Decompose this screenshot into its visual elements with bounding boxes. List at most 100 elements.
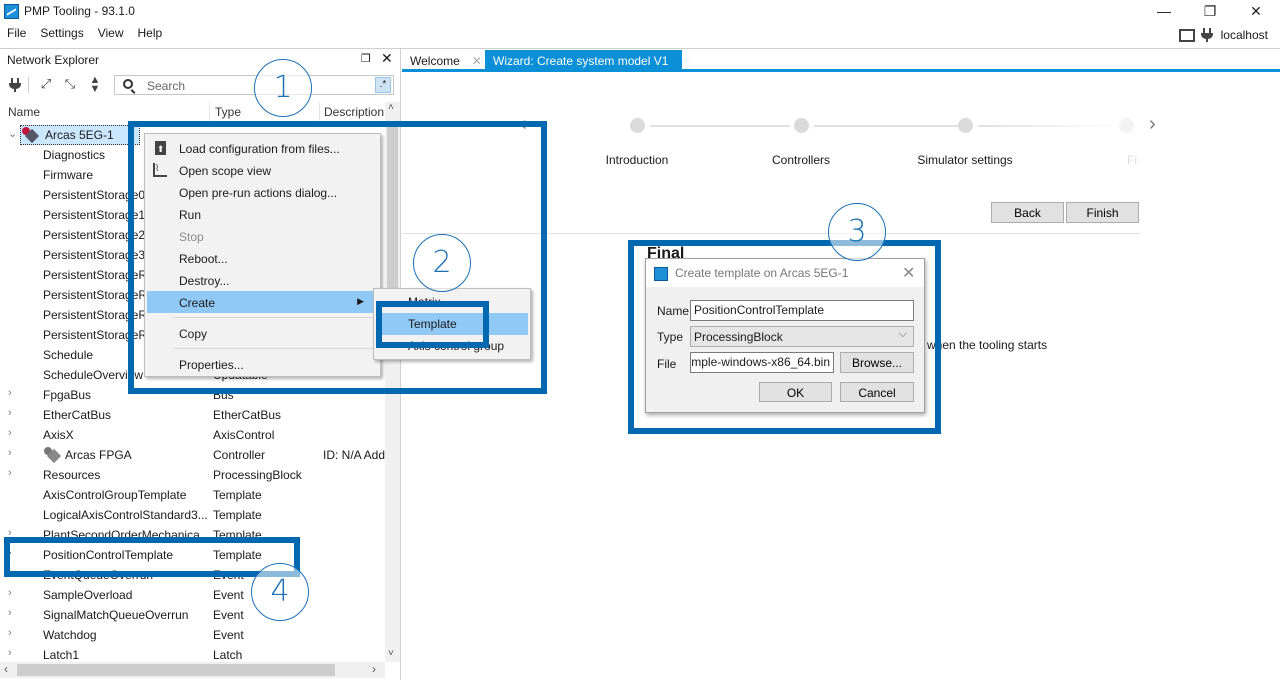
scroll-up-icon[interactable]: ˄ <box>388 102 394 113</box>
previous-step-icon[interactable]: ‹ <box>520 113 527 136</box>
controller-disconnected-icon <box>44 447 62 464</box>
close-tab-icon[interactable]: ✕ <box>472 54 482 68</box>
finish-button[interactable]: Finish <box>1066 202 1139 223</box>
context-menu-item-copy[interactable]: Copy <box>147 322 378 344</box>
close-panel-icon[interactable]: ✕ <box>381 50 393 67</box>
tree-row[interactable]: LogicalAxisControlStandard3... Template <box>0 505 385 525</box>
tree-row[interactable]: AxisControlGroupTemplate Template <box>0 485 385 505</box>
chevron-right-icon[interactable]: › <box>8 607 20 619</box>
type-select[interactable]: ProcessingBlock ⌵ <box>690 326 914 347</box>
column-name[interactable]: Name <box>8 105 40 119</box>
context-menu-item-create[interactable]: Create ▶ <box>147 291 378 313</box>
maximize-button[interactable]: ❐ <box>1187 0 1233 23</box>
context-menu-item-open-pre-run-actions-dialog[interactable]: Open pre-run actions dialog... <box>147 181 378 203</box>
tree-row[interactable]: › PlantSecondOrderMechanica Template <box>0 525 385 545</box>
tree-item-name: PersistentStorageR <box>43 288 148 302</box>
browse-button[interactable]: Browse... <box>840 352 914 373</box>
context-menu-item-run[interactable]: Run <box>147 203 378 225</box>
chevron-right-icon[interactable]: › <box>8 587 20 599</box>
scroll-down-icon[interactable]: ˅ <box>388 648 394 659</box>
tree-item-name: Watchdog <box>43 628 97 642</box>
context-menu-item-stop[interactable]: Stop <box>147 225 378 247</box>
collapse-all-icon[interactable]: ⤡ <box>60 76 80 94</box>
monitor-icon[interactable] <box>1178 28 1195 42</box>
plug-icon[interactable] <box>1200 28 1213 42</box>
expand-all-icon[interactable]: ⤢ <box>36 76 56 94</box>
submenu-item-axis-control-group[interactable]: Axis control group <box>376 335 528 357</box>
vertical-scrollbar[interactable]: ˄ ˅ <box>385 102 400 662</box>
tree-row[interactable]: › SampleOverload Event <box>0 585 385 605</box>
tree-item-name: Schedule <box>43 348 94 362</box>
tree-row[interactable]: › Latch1 Latch <box>0 645 385 662</box>
menu-file[interactable]: File <box>0 23 33 43</box>
tab-label: Wizard: Create system model V1 <box>493 54 669 68</box>
name-field[interactable]: PositionControlTemplate <box>690 300 914 321</box>
host-label: localhost <box>1220 28 1268 42</box>
close-window-button[interactable]: ✕ <box>1233 0 1279 23</box>
tree-item-type: Template <box>213 548 262 562</box>
chevron-down-icon[interactable]: ⌄ <box>8 127 20 140</box>
horizontal-scrollbar[interactable]: ‹ › <box>0 662 385 678</box>
ok-button[interactable]: OK <box>759 382 832 402</box>
tree-row[interactable]: › Resources ProcessingBlock <box>0 465 385 485</box>
file-label: File <box>657 357 677 371</box>
chevron-right-icon[interactable]: › <box>8 567 20 579</box>
tree-row[interactable]: › AxisX AxisControl <box>0 425 385 445</box>
menu-settings[interactable]: Settings <box>33 23 90 43</box>
context-menu-item-load-configuration-from-files[interactable]: ⬆ Load configuration from files... <box>147 137 378 159</box>
step-dot-introduction[interactable] <box>630 118 645 133</box>
menu-view[interactable]: View <box>91 23 131 43</box>
column-description[interactable]: Description <box>324 105 384 119</box>
tree-row[interactable]: › EventQueueOverrun Event <box>0 565 385 585</box>
chevron-right-icon[interactable]: › <box>8 467 20 479</box>
tree-row[interactable]: ⌄ Arcas 5EG-1 <box>8 125 140 145</box>
tab-welcome[interactable]: Welcome ✕ <box>402 50 484 72</box>
chevron-right-icon[interactable]: › <box>8 387 20 399</box>
name-label: Name <box>657 304 690 318</box>
submenu-item-matrix[interactable]: Matrix <box>376 291 528 313</box>
chevron-right-icon[interactable]: › <box>8 547 20 559</box>
close-tab-icon[interactable]: ✕ <box>680 54 690 68</box>
chevron-right-icon[interactable]: › <box>8 627 20 639</box>
search-input[interactable] <box>145 78 365 94</box>
tree-row[interactable]: › SignalMatchQueueOverrun Event <box>0 605 385 625</box>
context-menu-item-destroy[interactable]: Destroy... <box>147 269 378 291</box>
sort-icon[interactable]: ▲ ▼ <box>85 75 105 95</box>
minimize-button[interactable]: — <box>1141 0 1187 23</box>
submenu-item-template[interactable]: Template <box>376 313 528 335</box>
step-dot-simulator[interactable] <box>958 118 973 133</box>
tree-row[interactable]: › EtherCatBus EtherCatBus <box>0 405 385 425</box>
step-dot-controllers[interactable] <box>794 118 809 133</box>
tree-item-description: ID: N/A Addr <box>323 448 385 462</box>
back-button[interactable]: Back <box>991 202 1064 223</box>
chevron-right-icon[interactable]: › <box>8 447 20 459</box>
tab-wizard[interactable]: Wizard: Create system model V1 ✕ <box>485 50 690 72</box>
file-field[interactable]: olSimple-windows-x86_64.bin <box>690 352 834 373</box>
regex-toggle-button[interactable]: .* <box>375 77 391 93</box>
context-menu-item-open-scope-view[interactable]: ⌇ Open scope view <box>147 159 378 181</box>
chevron-right-icon[interactable]: › <box>8 647 20 659</box>
context-menu-item-reboot[interactable]: Reboot... <box>147 247 378 269</box>
next-step-icon[interactable]: › <box>1149 113 1156 136</box>
tree-item-type: ProcessingBlock <box>213 468 302 482</box>
float-panel-icon[interactable]: ❐ <box>361 52 371 65</box>
menu-item-label: Destroy... <box>179 274 230 288</box>
tree-row[interactable]: › Arcas FPGA Controller ID: N/A Addr <box>0 445 385 465</box>
tree-row[interactable]: › FpgaBus Bus <box>0 385 385 405</box>
context-menu-item-properties[interactable]: Properties... <box>147 353 378 375</box>
column-type[interactable]: Type <box>215 105 241 119</box>
step-dot-final[interactable] <box>1119 118 1134 133</box>
create-template-dialog: Create template on Arcas 5EG-1 ✕ Name Po… <box>645 258 925 413</box>
cancel-button[interactable]: Cancel <box>840 382 914 402</box>
tree-row[interactable]: › Watchdog Event <box>0 625 385 645</box>
scrollbar-thumb[interactable] <box>17 664 335 676</box>
menu-help[interactable]: Help <box>131 23 170 43</box>
scroll-right-icon[interactable]: › <box>372 662 376 676</box>
menu-item-label: Matrix <box>408 295 441 309</box>
close-dialog-icon[interactable]: ✕ <box>902 263 915 283</box>
tree-row[interactable]: › PositionControlTemplate Template <box>0 545 385 565</box>
scroll-left-icon[interactable]: ‹ <box>4 662 8 676</box>
chevron-right-icon[interactable]: › <box>8 527 20 539</box>
chevron-right-icon[interactable]: › <box>8 427 20 439</box>
chevron-right-icon[interactable]: › <box>8 407 20 419</box>
